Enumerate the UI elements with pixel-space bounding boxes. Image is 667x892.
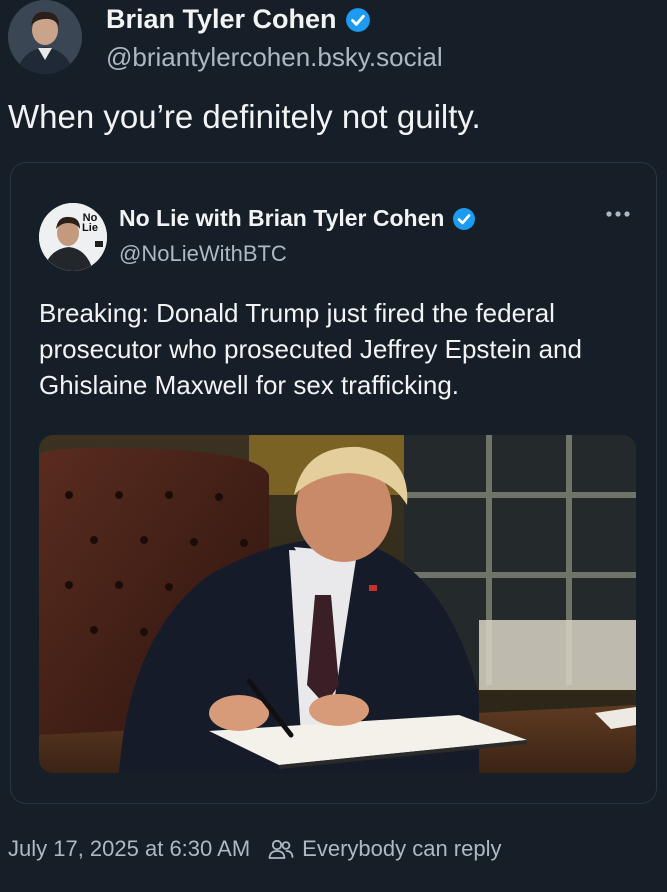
author-handle[interactable]: @briantylercohen.bsky.social	[106, 42, 443, 73]
verified-badge-icon	[345, 7, 370, 32]
reply-setting[interactable]: Everybody can reply	[302, 836, 501, 862]
quoted-author-avatar[interactable]: No Lie	[39, 203, 107, 271]
quoted-author-handle[interactable]: @NoLieWithBTC	[119, 241, 287, 267]
post-footer: July 17, 2025 at 6:30 AM Everybody can r…	[8, 836, 502, 862]
logo-text: No Lie	[82, 212, 98, 234]
author-avatar[interactable]	[8, 0, 82, 74]
quoted-post-text: Breaking: Donald Trump just fired the fe…	[39, 298, 582, 400]
post-timestamp[interactable]: July 17, 2025 at 6:30 AM	[8, 836, 250, 862]
post-header: Brian Tyler Cohen @briantylercohen.bsky.…	[8, 0, 658, 80]
quoted-author-name[interactable]: No Lie with Brian Tyler Cohen	[119, 205, 444, 232]
quoted-post-image[interactable]	[39, 435, 636, 773]
profile-photo-icon	[8, 0, 82, 74]
quoted-post[interactable]: No Lie No Lie with Brian Tyler Cohen @No…	[10, 162, 657, 804]
verified-badge-icon	[453, 207, 476, 230]
post-text: When you’re definitely not guilty.	[8, 98, 481, 135]
more-options-icon[interactable]	[604, 205, 632, 223]
author-name[interactable]: Brian Tyler Cohen	[106, 4, 337, 35]
photo-man-signing-document-icon	[39, 435, 636, 773]
people-icon	[268, 839, 294, 859]
